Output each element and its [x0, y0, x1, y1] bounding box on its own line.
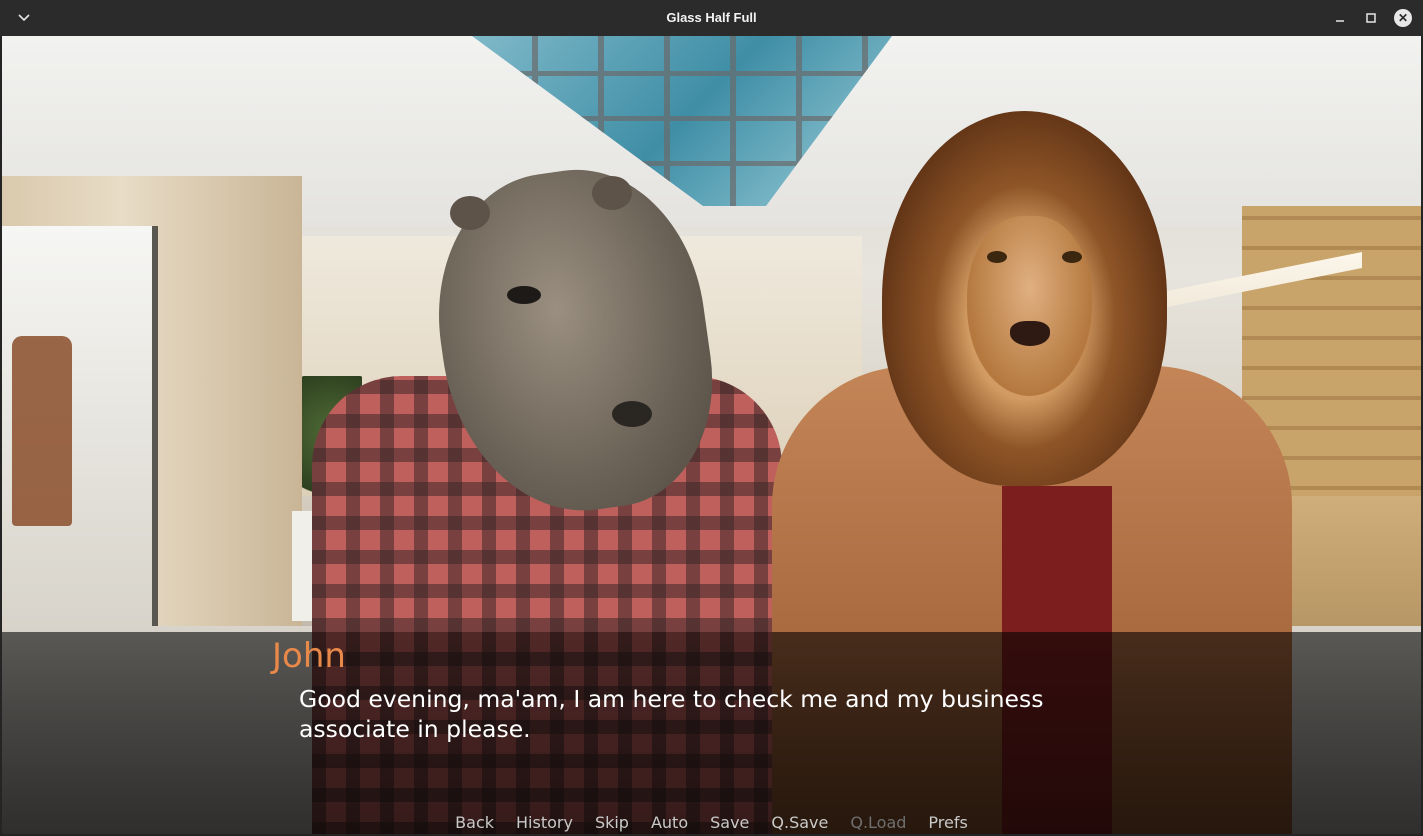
title-bar: Glass Half Full ✕ — [0, 0, 1423, 36]
speaker-name: John — [272, 636, 346, 676]
quick-load-button[interactable]: Q.Load — [839, 813, 917, 833]
game-viewport[interactable]: John Good evening, ma'am, I am here to c… — [2, 36, 1421, 834]
quick-menu: Back History Skip Auto Save Q.Save Q.Loa… — [2, 813, 1421, 833]
auto-button[interactable]: Auto — [640, 813, 699, 833]
save-button[interactable]: Save — [699, 813, 760, 833]
back-button[interactable]: Back — [444, 813, 505, 833]
window-title: Glass Half Full — [666, 10, 757, 25]
history-button[interactable]: History — [505, 813, 584, 833]
app-window: Glass Half Full ✕ John Good evening, ma'… — [0, 0, 1423, 836]
close-icon[interactable]: ✕ — [1391, 6, 1415, 30]
minimize-icon[interactable] — [1328, 6, 1352, 30]
quick-save-button[interactable]: Q.Save — [760, 813, 839, 833]
skip-button[interactable]: Skip — [584, 813, 640, 833]
prefs-button[interactable]: Prefs — [917, 813, 978, 833]
maximize-icon[interactable] — [1359, 6, 1383, 30]
dialogue-text: Good evening, ma'am, I am here to check … — [299, 685, 1044, 743]
